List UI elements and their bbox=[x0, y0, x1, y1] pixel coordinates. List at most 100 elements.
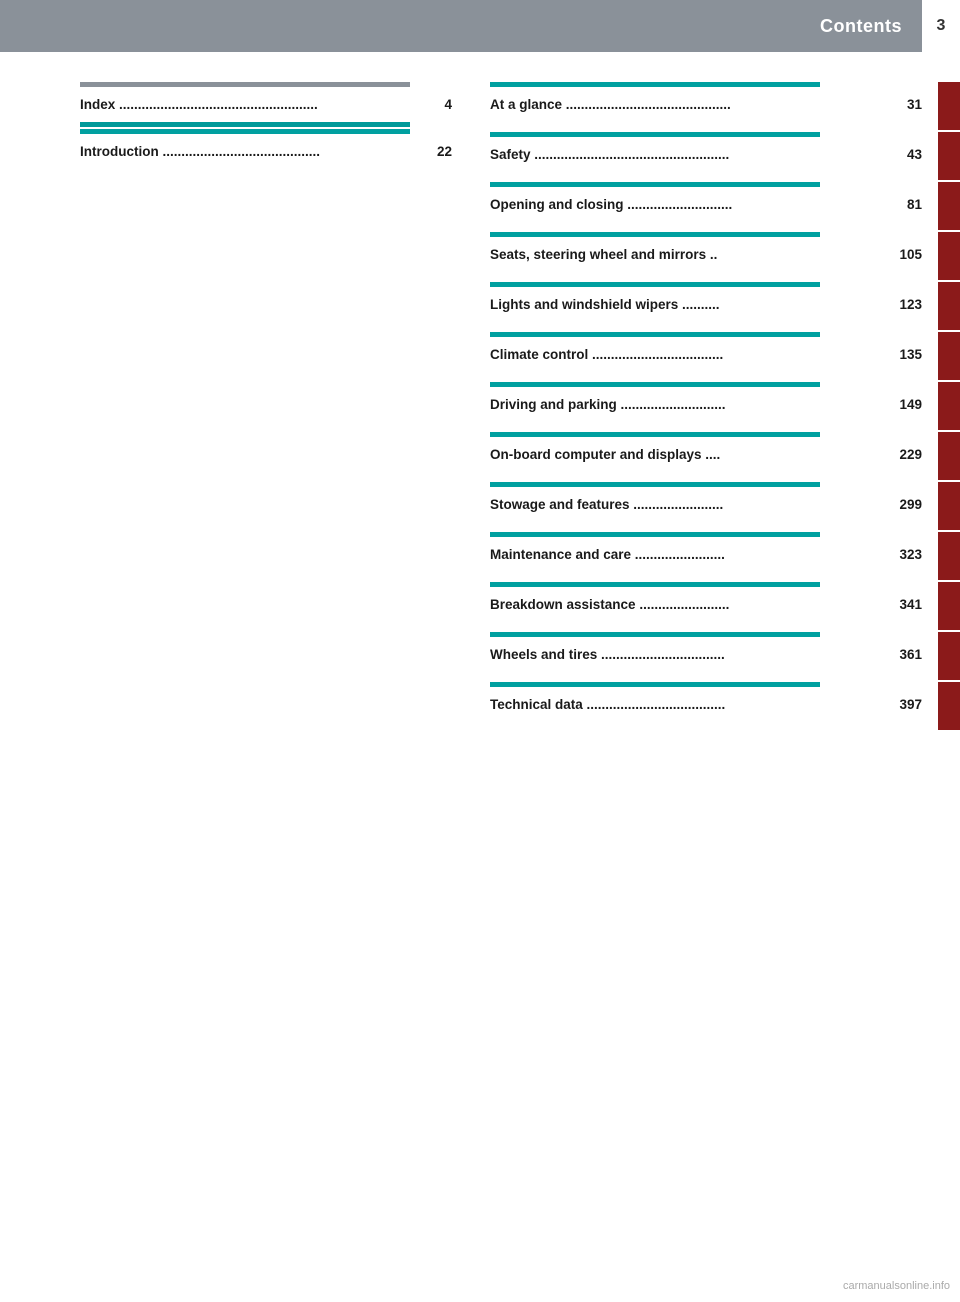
watermark: carmanualsonline.info bbox=[843, 1280, 950, 1292]
toc-label-opening-closing: Opening and closing ....................… bbox=[490, 197, 887, 212]
toc-entry-climate-control: Climate control ........................… bbox=[490, 339, 930, 368]
toc-label-climate-control: Climate control ........................… bbox=[490, 347, 887, 362]
toc-label-wheels-tires: Wheels and tires .......................… bbox=[490, 647, 887, 662]
toc-label-stowage: Stowage and features ...................… bbox=[490, 497, 887, 512]
toc-page-safety: 43 bbox=[887, 147, 922, 162]
color-tab-safety bbox=[938, 132, 960, 180]
divider-lights-wipers bbox=[490, 282, 820, 287]
toc-entry-onboard-computer: On-board computer and displays .... 229 bbox=[490, 439, 930, 468]
divider-at-a-glance bbox=[490, 82, 820, 87]
page-number: 3 bbox=[922, 0, 960, 52]
toc-section-maintenance: Maintenance and care ...................… bbox=[490, 532, 930, 576]
toc-page-index: 4 bbox=[417, 97, 452, 112]
toc-section-seats-steering: Seats, steering wheel and mirrors .. 105 bbox=[490, 232, 930, 276]
divider-onboard-computer bbox=[490, 432, 820, 437]
divider-technical-data bbox=[490, 682, 820, 687]
toc-page-lights-wipers: 123 bbox=[887, 297, 922, 312]
color-tab-wheels-tires bbox=[938, 632, 960, 680]
color-tab-stowage bbox=[938, 482, 960, 530]
header-bar: Contents 3 bbox=[0, 0, 960, 52]
toc-page-climate-control: 135 bbox=[887, 347, 922, 362]
color-tab-maintenance bbox=[938, 532, 960, 580]
color-tab-onboard-computer bbox=[938, 432, 960, 480]
row-safety: Safety .................................… bbox=[490, 132, 960, 180]
color-tab-seats-steering bbox=[938, 232, 960, 280]
toc-page-introduction: 22 bbox=[417, 144, 452, 159]
toc-entry-breakdown: Breakdown assistance ...................… bbox=[490, 589, 930, 618]
row-stowage: Stowage and features ...................… bbox=[490, 482, 960, 530]
toc-section-opening-closing: Opening and closing ....................… bbox=[490, 182, 930, 226]
row-onboard-computer: On-board computer and displays .... 229 bbox=[490, 432, 960, 480]
divider-index bbox=[80, 82, 410, 87]
toc-section-driving-parking: Driving and parking ....................… bbox=[490, 382, 930, 426]
toc-section-lights-wipers: Lights and windshield wipers .......... … bbox=[490, 282, 930, 326]
left-column: Index ..................................… bbox=[0, 82, 480, 732]
toc-label-introduction: Introduction ...........................… bbox=[80, 144, 417, 159]
toc-page-wheels-tires: 361 bbox=[887, 647, 922, 662]
row-technical-data: Technical data .........................… bbox=[490, 682, 960, 730]
toc-section-wheels-tires: Wheels and tires .......................… bbox=[490, 632, 930, 676]
toc-label-at-a-glance: At a glance ............................… bbox=[490, 97, 887, 112]
toc-section-climate-control: Climate control ........................… bbox=[490, 332, 930, 376]
header-title-area: Contents bbox=[820, 0, 922, 52]
toc-entry-lights-wipers: Lights and windshield wipers .......... … bbox=[490, 289, 930, 318]
toc-entry-opening-closing: Opening and closing ....................… bbox=[490, 189, 930, 218]
toc-entry-at-a-glance: At a glance ............................… bbox=[490, 89, 930, 118]
color-tab-opening-closing bbox=[938, 182, 960, 230]
toc-entry-stowage: Stowage and features ...................… bbox=[490, 489, 930, 518]
toc-label-onboard-computer: On-board computer and displays .... bbox=[490, 447, 887, 462]
divider-wheels-tires bbox=[490, 632, 820, 637]
toc-page-seats-steering: 105 bbox=[887, 247, 922, 262]
toc-label-lights-wipers: Lights and windshield wipers .......... bbox=[490, 297, 887, 312]
row-at-a-glance: At a glance ............................… bbox=[490, 82, 960, 130]
row-seats-steering: Seats, steering wheel and mirrors .. 105 bbox=[490, 232, 960, 280]
row-climate-control: Climate control ........................… bbox=[490, 332, 960, 380]
row-breakdown: Breakdown assistance ...................… bbox=[490, 582, 960, 630]
toc-section-index: Index ..................................… bbox=[80, 82, 460, 118]
page-title: Contents bbox=[820, 16, 922, 37]
divider-climate-control bbox=[490, 332, 820, 337]
toc-label-driving-parking: Driving and parking ....................… bbox=[490, 397, 887, 412]
toc-section-technical-data: Technical data .........................… bbox=[490, 682, 930, 726]
main-content: Index ..................................… bbox=[0, 52, 960, 762]
toc-entry-wheels-tires: Wheels and tires .......................… bbox=[490, 639, 930, 668]
toc-page-at-a-glance: 31 bbox=[887, 97, 922, 112]
right-column: At a glance ............................… bbox=[480, 82, 960, 732]
toc-entry-introduction: Introduction ...........................… bbox=[80, 136, 460, 165]
toc-section-at-a-glance: At a glance ............................… bbox=[490, 82, 930, 126]
row-lights-wipers: Lights and windshield wipers .......... … bbox=[490, 282, 960, 330]
toc-section-stowage: Stowage and features ...................… bbox=[490, 482, 930, 526]
divider-breakdown bbox=[490, 582, 820, 587]
toc-label-breakdown: Breakdown assistance ...................… bbox=[490, 597, 887, 612]
row-opening-closing: Opening and closing ....................… bbox=[490, 182, 960, 230]
toc-label-safety: Safety .................................… bbox=[490, 147, 887, 162]
color-tab-climate-control bbox=[938, 332, 960, 380]
toc-page-maintenance: 323 bbox=[887, 547, 922, 562]
toc-section-breakdown: Breakdown assistance ...................… bbox=[490, 582, 930, 626]
divider-introduction bbox=[80, 129, 410, 134]
toc-entry-safety: Safety .................................… bbox=[490, 139, 930, 168]
toc-label-maintenance: Maintenance and care ...................… bbox=[490, 547, 887, 562]
toc-page-stowage: 299 bbox=[887, 497, 922, 512]
toc-entry-technical-data: Technical data .........................… bbox=[490, 689, 930, 718]
color-tab-driving-parking bbox=[938, 382, 960, 430]
toc-section-onboard-computer: On-board computer and displays .... 229 bbox=[490, 432, 930, 476]
divider-maintenance bbox=[490, 532, 820, 537]
toc-section-introduction: Introduction ...........................… bbox=[80, 129, 460, 165]
row-driving-parking: Driving and parking ....................… bbox=[490, 382, 960, 430]
divider-opening-closing bbox=[490, 182, 820, 187]
toc-entry-index: Index ..................................… bbox=[80, 89, 460, 118]
divider-safety bbox=[490, 132, 820, 137]
color-tab-lights-wipers bbox=[938, 282, 960, 330]
row-wheels-tires: Wheels and tires .......................… bbox=[490, 632, 960, 680]
color-tab-at-a-glance bbox=[938, 82, 960, 130]
color-tab-breakdown bbox=[938, 582, 960, 630]
toc-page-onboard-computer: 229 bbox=[887, 447, 922, 462]
toc-label-seats-steering: Seats, steering wheel and mirrors .. bbox=[490, 247, 887, 262]
toc-entry-seats-steering: Seats, steering wheel and mirrors .. 105 bbox=[490, 239, 930, 268]
color-tab-technical-data bbox=[938, 682, 960, 730]
row-maintenance: Maintenance and care ...................… bbox=[490, 532, 960, 580]
toc-entry-maintenance: Maintenance and care ...................… bbox=[490, 539, 930, 568]
toc-section-safety: Safety .................................… bbox=[490, 132, 930, 176]
divider-between-left bbox=[80, 122, 410, 127]
